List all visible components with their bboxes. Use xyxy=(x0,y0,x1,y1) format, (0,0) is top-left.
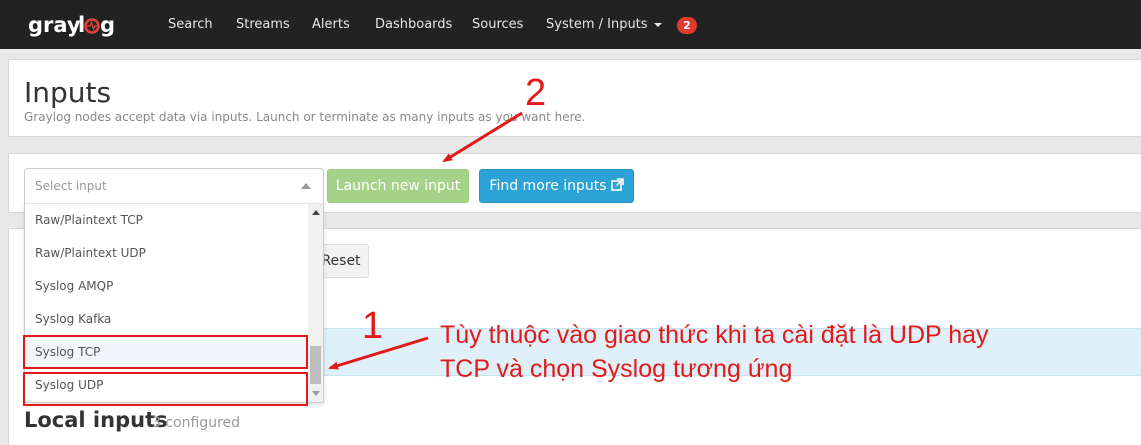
find-more-inputs-label: Find more inputs xyxy=(489,178,607,194)
graylog-logo[interactable]: gray l g xyxy=(28,10,118,40)
input-type-select[interactable]: Select input xyxy=(24,168,324,204)
scroll-up-arrow-icon[interactable] xyxy=(312,210,320,215)
nav-search[interactable]: Search xyxy=(168,0,213,49)
select-placeholder: Select input xyxy=(35,179,107,193)
highlight-syslog-udp xyxy=(23,372,308,406)
notification-badge[interactable]: 2 xyxy=(677,17,697,34)
svg-text:l: l xyxy=(78,13,85,37)
scroll-down-arrow-icon[interactable] xyxy=(312,391,320,396)
scrollbar-thumb[interactable] xyxy=(310,346,321,384)
nav-sources[interactable]: Sources xyxy=(472,0,523,49)
local-inputs-title: Local inputs xyxy=(24,408,168,432)
find-more-inputs-button[interactable]: Find more inputs xyxy=(479,169,634,203)
page-header-panel: Inputs Graylog nodes accept data via inp… xyxy=(8,59,1141,137)
brand-text-part: gray xyxy=(28,13,81,37)
nav-system-inputs-label: System / Inputs xyxy=(546,17,648,32)
chevron-up-icon[interactable] xyxy=(301,183,311,189)
dropdown-scrollbar[interactable] xyxy=(308,204,323,402)
page-description: Graylog nodes accept data via inputs. La… xyxy=(24,110,586,124)
annotation-marker-1: 1 xyxy=(362,305,384,347)
option-raw-plaintext-tcp[interactable]: Raw/Plaintext TCP xyxy=(25,204,309,237)
nav-streams[interactable]: Streams xyxy=(236,0,290,49)
top-navbar: gray l g Search Streams Alerts Dashboard… xyxy=(0,0,1141,49)
nav-system-inputs[interactable]: System / Inputs xyxy=(546,0,662,49)
local-inputs-count: 3 configured xyxy=(152,415,241,431)
annotation-marker-2: 2 xyxy=(525,72,547,114)
page-title: Inputs xyxy=(24,76,112,109)
annotation-note-line-1: Tùy thuộc vào giao thức khi ta cài đặt l… xyxy=(440,321,989,349)
nav-dashboards[interactable]: Dashboards xyxy=(375,0,452,49)
nav-alerts[interactable]: Alerts xyxy=(312,0,350,49)
option-syslog-kafka[interactable]: Syslog Kafka xyxy=(25,303,309,336)
annotation-note-line-2: TCP và chọn Syslog tương ứng xyxy=(440,355,793,383)
caret-down-icon xyxy=(653,22,662,27)
external-link-icon xyxy=(610,178,624,191)
option-syslog-amqp[interactable]: Syslog AMQP xyxy=(25,270,309,303)
svg-text:g: g xyxy=(100,13,115,37)
annotation-note: Tùy thuộc vào giao thức khi ta cài đặt l… xyxy=(440,318,1040,386)
option-raw-plaintext-udp[interactable]: Raw/Plaintext UDP xyxy=(25,237,309,270)
launch-new-input-button[interactable]: Launch new input xyxy=(327,169,469,203)
highlight-syslog-tcp xyxy=(23,335,308,369)
